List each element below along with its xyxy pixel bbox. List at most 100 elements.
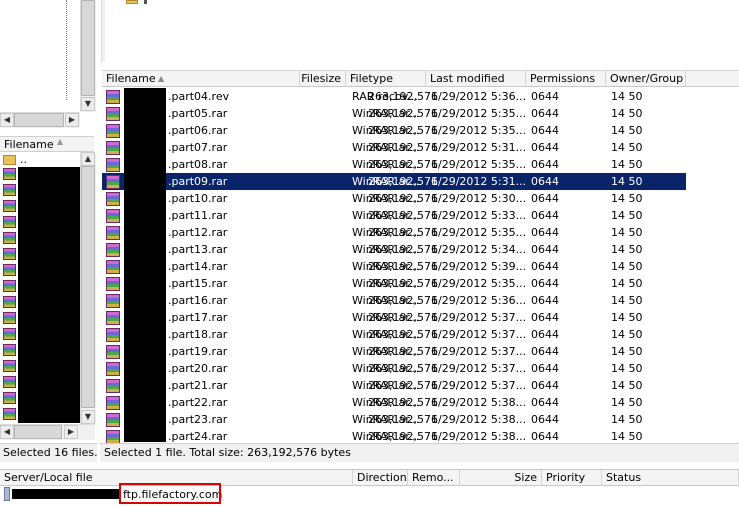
remote-tree-vertical-scrollbar[interactable] xyxy=(101,0,105,62)
last-modified-cell: 1/29/2012 5:35... xyxy=(431,124,527,137)
file-type-cell: WinRAR ar... xyxy=(352,226,420,239)
file-name-cell: .part20.rar xyxy=(168,362,228,375)
column-header-owner-group[interactable]: Owner/Group xyxy=(606,71,686,87)
scroll-left-arrow-icon[interactable]: ◀ xyxy=(0,113,14,127)
table-row[interactable]: .part23.rar 263,192,576 WinRAR ar... 1/29/2… xyxy=(102,411,686,428)
last-modified-cell: 1/29/2012 5:37... xyxy=(431,362,527,375)
scrollbar-thumb[interactable] xyxy=(14,425,62,439)
table-row[interactable]: .part06.rar 263,192,576 WinRAR ar... 1/29/2… xyxy=(102,122,686,139)
scroll-left-arrow-icon[interactable]: ◀ xyxy=(0,425,14,439)
parent-folder-row[interactable]: .. xyxy=(0,152,80,168)
file-name-cell: .part23.rar xyxy=(168,413,228,426)
file-type-cell: WinRAR ar... xyxy=(352,107,420,120)
permissions-cell: 0644 xyxy=(531,192,559,205)
local-tree-vertical-scrollbar[interactable]: ▼ xyxy=(80,0,96,112)
scroll-up-arrow-icon[interactable]: ▲ xyxy=(81,152,95,166)
scrollbar-thumb[interactable] xyxy=(81,0,95,96)
table-row[interactable]: .part22.rar 263,192,576 WinRAR ar... 1/29/2… xyxy=(102,394,686,411)
owner-group-cell: 14 50 xyxy=(611,107,643,120)
table-row[interactable]: .part20.rar 263,192,576 WinRAR ar... 1/29/2… xyxy=(102,360,686,377)
column-header-remote[interactable]: Remo... xyxy=(408,470,460,486)
column-label: Direction xyxy=(357,471,407,484)
permissions-cell: 0644 xyxy=(531,158,559,171)
last-modified-cell: 1/29/2012 5:35... xyxy=(431,158,527,171)
local-list-horizontal-scrollbar[interactable]: ◀ ▶ xyxy=(0,424,95,440)
permissions-cell: 0644 xyxy=(531,90,559,103)
table-row[interactable]: .part18.rar 263,192,576 WinRAR ar... 1/29/2… xyxy=(102,326,686,343)
local-status-text: Selected 16 files. To xyxy=(3,446,97,459)
owner-group-cell: 14 50 xyxy=(611,328,643,341)
file-type-cell: RAR recov... xyxy=(352,90,418,103)
column-header-status[interactable]: Status xyxy=(602,470,739,486)
permissions-cell: 0644 xyxy=(531,396,559,409)
table-row[interactable]: .part11.rar 263,192,576 WinRAR ar... 1/29/2… xyxy=(102,207,686,224)
table-row[interactable]: .part09.rar 263,192,576 WinRAR ar... 1/29/2… xyxy=(102,173,686,190)
table-row[interactable]: .part13.rar 263,192,576 WinRAR ar... 1/29/2… xyxy=(102,241,686,258)
scroll-right-arrow-icon[interactable]: ▶ xyxy=(64,425,78,439)
permissions-cell: 0644 xyxy=(531,260,559,273)
table-row[interactable]: .part10.rar 263,192,576 WinRAR ar... 1/29/2… xyxy=(102,190,686,207)
last-modified-cell: 1/29/2012 5:35... xyxy=(431,226,527,239)
table-row[interactable]: .part14.rar 263,192,576 WinRAR ar... 1/29/2… xyxy=(102,258,686,275)
last-modified-cell: 1/29/2012 5:37... xyxy=(431,328,527,341)
permissions-cell: 0644 xyxy=(531,226,559,239)
table-row[interactable]: .part07.rar 263,192,576 WinRAR ar... 1/29/2… xyxy=(102,139,686,156)
local-column-header-filename[interactable]: Filename ▲ xyxy=(0,136,94,152)
scroll-down-arrow-icon[interactable]: ▼ xyxy=(81,410,95,424)
table-row[interactable]: .part15.rar 263,192,576 WinRAR ar... 1/29/2… xyxy=(102,275,686,292)
column-header-size[interactable]: Size xyxy=(460,470,542,486)
last-modified-cell: 1/29/2012 5:30... xyxy=(431,192,527,205)
column-header-last-modified[interactable]: Last modified xyxy=(426,71,526,87)
remote-status-text: Selected 1 file. Total size: 263,192,576… xyxy=(104,446,351,459)
column-header-filename[interactable]: Filename ▲ xyxy=(102,71,300,87)
last-modified-cell: 1/29/2012 5:38... xyxy=(431,396,527,409)
rar-archive-icon xyxy=(3,296,16,308)
permissions-cell: 0644 xyxy=(531,277,559,290)
scroll-right-arrow-icon[interactable]: ▶ xyxy=(65,113,79,127)
table-row[interactable]: .part24.rar 263,192,576 WinRAR ar... 1/29/2… xyxy=(102,428,686,444)
file-name-cell: .part19.rar xyxy=(168,345,228,358)
file-type-cell: WinRAR ar... xyxy=(352,396,420,409)
owner-group-cell: 14 50 xyxy=(611,413,643,426)
column-header-direction[interactable]: Direction xyxy=(353,470,408,486)
table-row[interactable]: .part04.rev 263,192,576 RAR recov... 1/29/2… xyxy=(102,88,686,105)
owner-group-cell: 14 50 xyxy=(611,379,643,392)
scrollbar-thumb[interactable] xyxy=(14,113,64,127)
table-row[interactable]: .part08.rar 263,192,576 WinRAR ar... 1/29/2… xyxy=(102,156,686,173)
column-header-filesize[interactable]: Filesize xyxy=(300,71,346,87)
table-row[interactable]: .part17.rar 263,192,576 WinRAR ar... 1/29/2… xyxy=(102,309,686,326)
column-header-priority[interactable]: Priority xyxy=(542,470,602,486)
local-tree-horizontal-scrollbar[interactable]: ◀ ▶ xyxy=(0,112,80,128)
permissions-cell: 0644 xyxy=(531,175,559,188)
permissions-cell: 0644 xyxy=(531,294,559,307)
file-type-cell: WinRAR ar... xyxy=(352,243,420,256)
file-type-cell: WinRAR ar... xyxy=(352,158,420,171)
last-modified-cell: 1/29/2012 5:38... xyxy=(431,413,527,426)
table-row[interactable]: .part16.rar 263,192,576 WinRAR ar... 1/29/2… xyxy=(102,292,686,309)
rar-archive-icon xyxy=(106,141,120,155)
rar-archive-icon xyxy=(106,413,120,427)
rar-archive-icon xyxy=(3,376,16,388)
table-row[interactable]: .part19.rar 263,192,576 WinRAR ar... 1/29/2… xyxy=(102,343,686,360)
table-row[interactable]: .part21.rar 263,192,576 WinRAR ar... 1/29/2… xyxy=(102,377,686,394)
column-header-filetype[interactable]: Filetype xyxy=(346,71,426,87)
file-type-cell: WinRAR ar... xyxy=(352,430,420,443)
table-row[interactable]: .part05.rar 263,192,576 WinRAR ar... 1/29/2… xyxy=(102,105,686,122)
last-modified-cell: 1/29/2012 5:37... xyxy=(431,311,527,324)
last-modified-cell: 1/29/2012 5:35... xyxy=(431,107,527,120)
local-list-vertical-scrollbar[interactable]: ▲ ▼ xyxy=(80,152,96,424)
column-label: Priority xyxy=(546,471,586,484)
column-label: Last modified xyxy=(430,72,505,85)
scroll-down-arrow-icon[interactable]: ▼ xyxy=(81,97,95,111)
remote-file-list[interactable]: .part04.rev 263,192,576 RAR recov... 1/29/2… xyxy=(102,88,739,444)
table-row[interactable]: .part12.rar 263,192,576 WinRAR ar... 1/29/2… xyxy=(102,224,686,241)
scrollbar-thumb[interactable] xyxy=(81,166,95,408)
owner-group-cell: 14 50 xyxy=(611,345,643,358)
file-type-cell: WinRAR ar... xyxy=(352,141,420,154)
permissions-cell: 0644 xyxy=(531,362,559,375)
file-name-cell: .part07.rar xyxy=(168,141,228,154)
rar-archive-icon xyxy=(106,124,120,138)
column-header-permissions[interactable]: Permissions xyxy=(526,71,606,87)
file-name-cell: .part04.rev xyxy=(168,90,230,103)
rar-archive-icon xyxy=(106,294,120,308)
